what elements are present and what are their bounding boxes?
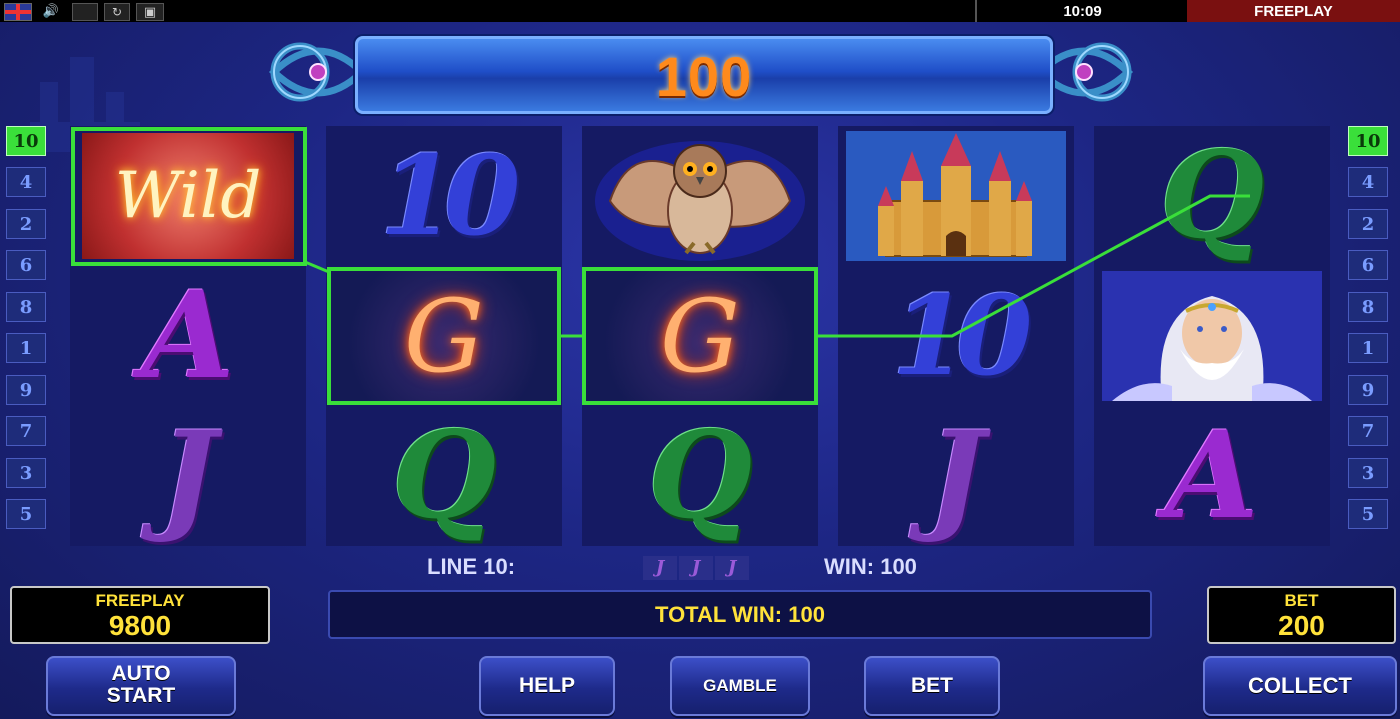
total-win-bar: TOTAL WIN: 100 [328, 590, 1152, 639]
mini-symbol: J [679, 556, 713, 580]
auto-start-line2: START [106, 684, 176, 707]
bet-meter-value: 200 [1278, 610, 1325, 641]
topbar-divider [975, 0, 977, 22]
symbol-q: Q [582, 406, 818, 546]
symbol-j: J [70, 406, 306, 546]
line-marker[interactable]: 6 [6, 250, 46, 280]
line-marker[interactable]: 10 [1348, 126, 1388, 156]
symbol-ten: 10 [326, 126, 562, 266]
bet-button[interactable]: BET [864, 656, 1000, 716]
speaker-icon[interactable]: 🔊 [38, 3, 64, 19]
freeplay-mode-tab: FREEPLAY [1187, 0, 1400, 22]
symbol-j: J [838, 406, 1074, 546]
uk-flag-icon[interactable] [4, 3, 32, 21]
line-marker[interactable]: 2 [1348, 209, 1388, 239]
reel-3: G Q [582, 126, 818, 546]
symbol-g: G [582, 266, 818, 406]
credit-meter-label: FREEPLAY [95, 591, 185, 610]
symbol-ten-glyph: 10 [891, 271, 1032, 400]
line-marker[interactable]: 3 [1348, 458, 1388, 488]
line-marker[interactable]: 7 [1348, 416, 1388, 446]
symbol-q-glyph: Q [391, 405, 497, 546]
mini-symbol: J [643, 556, 677, 580]
collect-button[interactable]: COLLECT [1203, 656, 1397, 716]
wizard-icon [1102, 271, 1322, 401]
line-marker[interactable]: 1 [1348, 333, 1388, 363]
symbol-wizard [1094, 266, 1330, 406]
wild-text: Wild [114, 159, 262, 233]
symbol-q-glyph: Q [647, 405, 753, 546]
symbol-a: A [1094, 406, 1330, 546]
symbol-j-glyph: J [159, 405, 217, 546]
symbol-a-glyph: A [1165, 405, 1259, 546]
symbol-q: Q [326, 406, 562, 546]
auto-start-button[interactable]: AUTO START [46, 656, 236, 716]
fullscreen-icon[interactable] [72, 3, 98, 21]
bet-meter-label: BET [1284, 591, 1319, 610]
help-button[interactable]: HELP [479, 656, 615, 716]
window-icon[interactable]: ▣ [136, 3, 164, 21]
line-marker[interactable]: 9 [6, 375, 46, 405]
mini-symbol: J [715, 556, 749, 580]
top-status-bar: 🔊 ↻ ▣ 10:09 FREEPLAY [0, 0, 1400, 22]
auto-start-line1: AUTO [111, 662, 171, 685]
castle-icon [846, 131, 1066, 261]
win-amount: 100 [655, 45, 753, 108]
symbol-g-glyph: G [660, 277, 740, 395]
reel-4: 10 J [838, 126, 1074, 546]
wild-symbol: Wild [82, 133, 294, 259]
reload-icon[interactable]: ↻ [104, 3, 130, 21]
symbol-ten-glyph: 10 [379, 131, 520, 260]
symbol-a: A [70, 266, 306, 406]
line-win-amount: WIN: 100 [824, 554, 917, 579]
line-marker[interactable]: 8 [1348, 292, 1388, 322]
symbol-j-glyph: J [927, 405, 985, 546]
line-marker[interactable]: 9 [1348, 375, 1388, 405]
line-marker[interactable]: 2 [6, 209, 46, 239]
symbol-ten: 10 [838, 266, 1074, 406]
line-marker[interactable]: 7 [6, 416, 46, 446]
line-marker[interactable]: 8 [6, 292, 46, 322]
line-marker[interactable]: 3 [6, 458, 46, 488]
symbol-wild: Wild [70, 126, 306, 266]
line-marker[interactable]: 4 [6, 167, 46, 197]
line-marker[interactable]: 5 [6, 499, 46, 529]
line-win-label: LINE 10: [427, 554, 516, 579]
reel-2: 10 G Q [326, 126, 562, 546]
gamble-button[interactable]: GAMBLE [670, 656, 810, 716]
symbol-g: G [326, 266, 562, 406]
credit-meter: FREEPLAY 9800 [10, 586, 270, 644]
line-marker[interactable]: 10 [6, 126, 46, 156]
win-display: 100 [355, 36, 1053, 114]
reel-1: Wild A J [70, 126, 306, 546]
symbol-a-glyph: A [141, 265, 235, 406]
symbol-owl [582, 126, 818, 266]
line-marker[interactable]: 4 [1348, 167, 1388, 197]
symbol-q: Q [1094, 126, 1330, 266]
symbol-castle [838, 126, 1074, 266]
clock: 10:09 [1063, 3, 1102, 20]
bet-meter: BET 200 [1207, 586, 1396, 644]
line-win-symbols: J J J [643, 556, 755, 580]
reel-5: Q A [1094, 126, 1330, 546]
owl-icon [595, 141, 805, 261]
line-marker[interactable]: 5 [1348, 499, 1388, 529]
g-symbol: G [329, 269, 559, 403]
symbol-q-glyph: Q [1159, 125, 1265, 266]
g-symbol: G [585, 269, 815, 403]
credit-meter-value: 9800 [108, 610, 172, 641]
line-marker[interactable]: 6 [1348, 250, 1388, 280]
line-marker[interactable]: 1 [6, 333, 46, 363]
symbol-g-glyph: G [404, 277, 484, 395]
